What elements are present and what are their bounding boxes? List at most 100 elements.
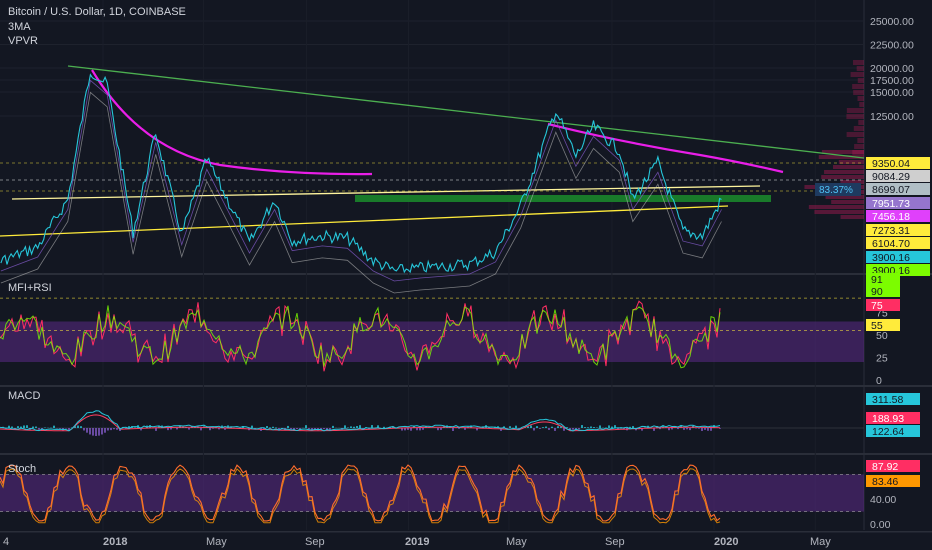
vpvr-upper-bar-11 (853, 126, 864, 131)
macd-histogram-bar (452, 428, 454, 431)
macd-histogram-bar (290, 428, 292, 430)
vpvr-upper-bar-9 (846, 114, 864, 119)
macd-histogram-bar (305, 425, 307, 428)
macd-histogram-bar (542, 427, 544, 428)
time-axis-tick-8: May (810, 536, 831, 548)
vpvr-bar-13 (840, 215, 864, 219)
vpvr-upper-bar-5 (853, 90, 864, 95)
macd-histogram-bar (671, 428, 673, 430)
vpvr-bar-11 (808, 205, 864, 209)
vpvr-bar-3 (833, 165, 864, 169)
macd-histogram-bar (422, 428, 424, 430)
macd-histogram-bar (350, 426, 352, 428)
macd-histogram-bar (509, 426, 511, 428)
vpvr-upper-bar-7 (859, 102, 864, 107)
time-axis-bg (0, 532, 932, 550)
price-axis-tick-5: 12500.00 (870, 111, 914, 123)
macd-histogram-bar (539, 428, 541, 429)
macd-histogram-bar (38, 428, 40, 430)
price-tag-label-4: 7456.18 (872, 211, 910, 223)
macd-histogram-bar (536, 426, 538, 428)
vpvr-bar-10 (831, 200, 864, 204)
macd-histogram-bar (53, 425, 55, 428)
macd-histogram-bar (170, 428, 172, 430)
price-axis-tick-0: 25000.00 (870, 16, 914, 28)
macd-histogram-bar (77, 425, 79, 428)
macd-histogram-bar (515, 425, 517, 428)
macd-tag-label-2: 122.64 (872, 426, 904, 438)
chart-canvas[interactable]: 25000.00 22500.00 20000.0017500.0015000.00… (0, 0, 932, 550)
macd-histogram-bar (347, 427, 349, 428)
macd-histogram-bar (587, 427, 589, 428)
mfi-rsi-pane-title: MFI+RSI (8, 282, 52, 294)
mfi-tag-label-1: 90 (871, 286, 883, 298)
mfi-tag-label-3: 55 (871, 320, 883, 332)
macd-histogram-bar (107, 428, 109, 431)
time-axis-tick-6: Sep (605, 536, 625, 548)
macd-histogram-bar (176, 428, 178, 430)
macd-histogram-bar (32, 426, 34, 428)
vpvr-upper-bar-14 (854, 144, 864, 149)
macd-histogram-bar (275, 427, 277, 428)
macd-histogram-bar (584, 427, 586, 428)
macd-histogram-bar (98, 428, 100, 436)
macd-histogram-bar (251, 425, 253, 428)
macd-histogram-bar (590, 426, 592, 428)
macd-histogram-bar (296, 428, 298, 429)
macd-histogram-bar (572, 428, 574, 430)
vpvr-upper-bar-3 (857, 78, 864, 83)
stoch-band (0, 474, 864, 512)
macd-histogram-bar (704, 428, 706, 430)
mfi-axis-tick-3: 0 (876, 375, 882, 387)
macd-histogram-bar (332, 425, 334, 428)
macd-histogram-bar (353, 426, 355, 428)
time-axis-tick-4: 2019 (405, 536, 429, 548)
macd-histogram-bar (92, 428, 94, 436)
macd-histogram-bar (209, 428, 211, 431)
macd-histogram-bar (89, 428, 91, 435)
macd-histogram-bar (557, 426, 559, 428)
price-tag-label-6: 6104.70 (872, 238, 910, 250)
vpvr-bar-5 (821, 175, 864, 179)
indicator-vpvr-label: VPVR (8, 35, 38, 47)
macd-histogram-bar (410, 428, 412, 431)
macd-histogram-bar (113, 428, 115, 430)
macd-histogram-bar (629, 426, 631, 428)
macd-histogram-bar (440, 428, 442, 430)
macd-histogram-bar (359, 425, 361, 428)
vpvr-upper-bar-2 (850, 72, 864, 77)
macd-histogram-bar (80, 426, 82, 428)
macd-histogram-bar (323, 428, 325, 430)
stoch-tag-label-0: 87.92 (872, 461, 898, 473)
macd-histogram-bar (710, 428, 712, 431)
vpvr-badge-label: 83.37% (819, 185, 853, 196)
macd-histogram-bar (155, 428, 157, 431)
mfi-axis-tick-2: 25 (876, 353, 888, 365)
vpvr-bar-12 (814, 210, 864, 214)
time-axis-tick-7: 2020 (714, 536, 738, 548)
price-axis-tick-2: 20000.00 (870, 63, 914, 75)
time-axis-tick-1: 2018 (103, 536, 127, 548)
vpvr-upper-bar-4 (852, 84, 864, 89)
macd-histogram-bar (545, 426, 547, 428)
macd-histogram-bar (608, 425, 610, 428)
stoch-pane-title: Stoch (8, 463, 37, 475)
vpvr-upper-bar-15 (852, 150, 864, 155)
mfi-tag-label-2: 75 (871, 300, 883, 312)
macd-histogram-bar (35, 426, 37, 428)
macd-histogram-bar (200, 428, 202, 431)
macd-histogram-bar (707, 428, 709, 431)
vpvr-bar-4 (824, 170, 864, 174)
macd-histogram-bar (287, 425, 289, 428)
macd-histogram-bar (59, 428, 61, 429)
macd-histogram-bar (686, 428, 688, 430)
time-axis-tick-0: 4 (3, 536, 9, 548)
vpvr-upper-bar-13 (857, 138, 864, 143)
macd-histogram-bar (533, 428, 535, 431)
time-axis-tick-5: May (506, 536, 527, 548)
macd-histogram-bar (188, 428, 190, 430)
macd-histogram-bar (578, 428, 580, 430)
macd-histogram-bar (371, 425, 373, 428)
demand-zone (355, 195, 771, 202)
macd-histogram-bar (599, 425, 601, 428)
